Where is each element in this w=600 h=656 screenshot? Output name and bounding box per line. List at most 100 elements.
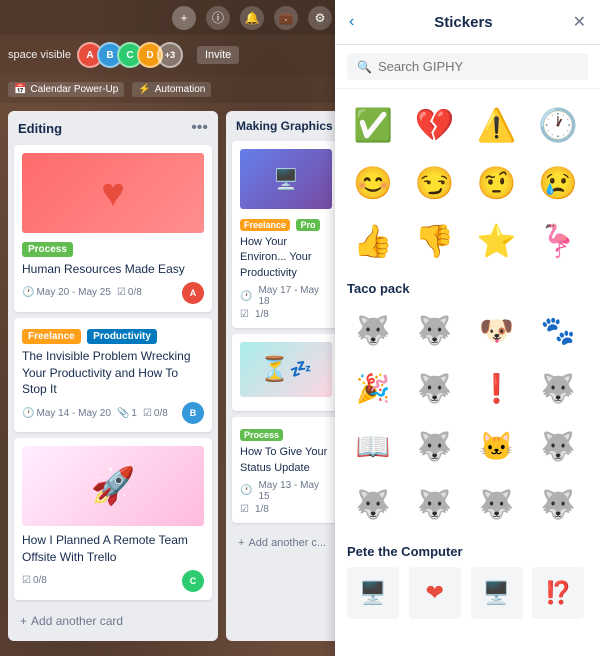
pete-computer-title: Pete the Computer xyxy=(347,544,588,559)
card-human-resources[interactable]: ♥ Process Human Resources Made Easy 🕐 Ma… xyxy=(14,145,212,312)
taco-sticker-10[interactable]: 🐺 xyxy=(409,420,461,472)
card-avatar-invisible: B xyxy=(182,402,204,424)
sticker-sad[interactable]: 😢 xyxy=(532,157,584,209)
pete-sticker-4[interactable]: ⁉️ xyxy=(532,567,584,619)
card-meta-env: 🕐 May 17 - May 18 xyxy=(240,285,332,307)
taco-sticker-2[interactable]: 🐺 xyxy=(409,304,461,356)
clock-icon-2: 🕐 xyxy=(22,408,34,419)
list-menu-editing[interactable]: ••• xyxy=(191,119,208,137)
tag-process: Process xyxy=(22,242,73,257)
add-card-editing[interactable]: + Add another card xyxy=(14,610,212,632)
list-header-graphics: Making Graphics xyxy=(232,117,340,135)
bell-button[interactable]: 🔔 xyxy=(240,6,264,30)
bag-button[interactable]: 💼 xyxy=(274,6,298,30)
sticker-clock[interactable]: 🕐 xyxy=(532,99,584,151)
info-button[interactable]: ⓘ xyxy=(206,6,230,30)
card-avatar-hr: A xyxy=(182,282,204,304)
sticker-flamingo[interactable]: 🦩 xyxy=(532,215,584,267)
sticker-broken-heart[interactable]: 💔 xyxy=(409,99,461,151)
card-title-invisible: The Invisible Problem Wrecking Your Prod… xyxy=(22,348,204,398)
taco-sticker-11[interactable]: 🐱 xyxy=(471,420,523,472)
checklist-icon-2: ☑ xyxy=(143,408,152,419)
card-title-status: How To Give Your Status Update xyxy=(240,445,332,476)
rocket-icon: 🚀 xyxy=(91,465,136,507)
list-header-editing: Editing ••• xyxy=(14,117,212,139)
taco-sticker-12[interactable]: 🐺 xyxy=(532,420,584,472)
calendar-powerup-badge[interactable]: 📅 Calendar Power-Up xyxy=(8,82,124,97)
sticker-panel: ‹ Stickers ✕ 🔍 ✅ 💔 ⚠️ 🕐 😊 😏 🤨 😢 👍 👎 ⭐ 🦩 … xyxy=(335,0,600,656)
taco-sticker-15[interactable]: 🐺 xyxy=(471,478,523,530)
sticker-checkmark[interactable]: ✅ xyxy=(347,99,399,151)
taco-sticker-6[interactable]: 🐺 xyxy=(409,362,461,414)
taco-sticker-13[interactable]: 🐺 xyxy=(347,478,399,530)
sticker-thumbsup[interactable]: 👍 xyxy=(347,215,399,267)
hourglass-icon: ⏳ xyxy=(260,355,290,384)
taco-sticker-9[interactable]: 📖 xyxy=(347,420,399,472)
panel-title: Stickers xyxy=(434,14,492,31)
taco-sticker-4[interactable]: 🐾 xyxy=(532,304,584,356)
sticker-star[interactable]: ⭐ xyxy=(471,215,523,267)
taco-sticker-5[interactable]: 🎉 xyxy=(347,362,399,414)
invite-button[interactable]: Invite xyxy=(197,46,239,64)
card-remote-team[interactable]: 🚀 How I Planned A Remote Team Offsite Wi… xyxy=(14,438,212,600)
clock-icon: 🕐 xyxy=(22,287,34,298)
add-button[interactable]: + xyxy=(172,6,196,30)
taco-sticker-7[interactable]: ❗ xyxy=(471,362,523,414)
close-button[interactable]: ✕ xyxy=(573,12,586,32)
taco-sticker-14[interactable]: 🐺 xyxy=(409,478,461,530)
sticker-wink[interactable]: 😏 xyxy=(409,157,461,209)
heart-icon: ♥ xyxy=(101,171,125,216)
card-image-graphics: 🖥️ xyxy=(240,149,332,209)
card-date-status: 🕐 May 13 - May 15 xyxy=(240,480,332,502)
card-status-update[interactable]: Process How To Give Your Status Update 🕐… xyxy=(232,417,340,523)
checklist-icon-3: ☑ xyxy=(22,575,31,586)
card-sleep[interactable]: ⏳ 💤 xyxy=(232,334,340,411)
automation-badge[interactable]: ⚡ Automation xyxy=(132,82,211,97)
sticker-warning[interactable]: ⚠️ xyxy=(471,99,523,151)
card-image-sleep: ⏳ 💤 xyxy=(240,342,332,397)
pete-sticker-3[interactable]: 🖥️ xyxy=(471,567,523,619)
search-wrapper: 🔍 xyxy=(347,53,588,80)
clock-icon-4: 🕐 xyxy=(240,485,252,496)
pete-sticker-2[interactable]: ❤ xyxy=(409,567,461,619)
tag-freelance: Freelance xyxy=(22,329,81,344)
add-card-graphics[interactable]: + Add another c... xyxy=(232,533,340,553)
taco-stickers-grid: 🐺 🐺 🐶 🐾 🎉 🐺 ❗ 🐺 📖 🐺 🐱 🐺 🐺 🐺 🐺 🐺 xyxy=(347,304,588,530)
card-invisible-problem[interactable]: Freelance Productivity The Invisible Pro… xyxy=(14,318,212,432)
lists-container: Editing ••• ♥ Process Human Resources Ma… xyxy=(0,103,340,656)
card-footer-hr: 🕐 May 20 - May 25 ☑ 0/8 A xyxy=(22,282,204,304)
taco-sticker-8[interactable]: 🐺 xyxy=(532,362,584,414)
sticker-suspicious[interactable]: 🤨 xyxy=(471,157,523,209)
checklist-icon-4: ☑ xyxy=(240,309,249,320)
default-stickers-grid: ✅ 💔 ⚠️ 🕐 😊 😏 🤨 😢 👍 👎 ⭐ 🦩 xyxy=(347,99,588,267)
search-input[interactable] xyxy=(378,59,578,74)
taco-sticker-3[interactable]: 🐶 xyxy=(471,304,523,356)
power-up-bar: 📅 Calendar Power-Up ⚡ Automation xyxy=(0,75,340,103)
checklist-icon: ☑ xyxy=(117,287,126,298)
card-environment[interactable]: 🖥️ Freelance Pro How Your Environ... You… xyxy=(232,141,340,328)
card-attachment-invisible: 📎 1 xyxy=(117,408,137,419)
list-editing: Editing ••• ♥ Process Human Resources Ma… xyxy=(8,111,218,641)
avatar-count[interactable]: +3 xyxy=(157,42,183,68)
card-checklist-hr: ☑ 0/8 xyxy=(117,287,142,298)
back-button[interactable]: ‹ xyxy=(349,13,354,31)
sticker-smile[interactable]: 😊 xyxy=(347,157,399,209)
calendar-icon: 📅 xyxy=(14,84,26,95)
tag-freelance-2: Freelance xyxy=(240,219,290,231)
tag-productivity: Productivity xyxy=(87,329,157,344)
sticker-thumbsdown[interactable]: 👎 xyxy=(409,215,461,267)
gear-button[interactable]: ⚙ xyxy=(308,6,332,30)
taco-sticker-16[interactable]: 🐺 xyxy=(532,478,584,530)
pete-sticker-1[interactable]: 🖥️ xyxy=(347,567,399,619)
tag-process-2: Process xyxy=(240,429,283,441)
zzz-icon: 💤 xyxy=(290,359,312,380)
card-checklist-invisible: ☑ 0/8 xyxy=(143,408,168,419)
taco-pack-title: Taco pack xyxy=(347,281,588,296)
plus-icon: + xyxy=(20,614,27,628)
card-meta-remote: ☑ 0/8 xyxy=(22,575,47,586)
attachment-icon: 📎 xyxy=(117,408,129,419)
card-image-heart: ♥ xyxy=(22,153,204,233)
card-date-invisible: 🕐 May 14 - May 20 xyxy=(22,408,111,419)
sticker-content: ✅ 💔 ⚠️ 🕐 😊 😏 🤨 😢 👍 👎 ⭐ 🦩 Taco pack 🐺 🐺 🐶… xyxy=(335,89,600,656)
taco-sticker-1[interactable]: 🐺 xyxy=(347,304,399,356)
